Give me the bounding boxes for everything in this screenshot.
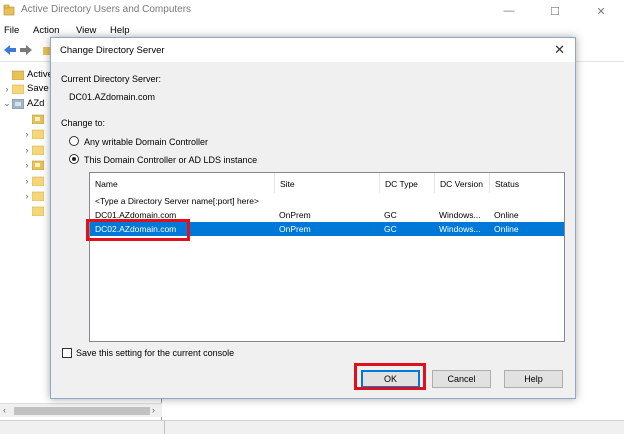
table-row-selected[interactable]: DC02.AZdomain.com OnPrem GC Windows... O…	[90, 222, 564, 236]
domain-icon	[12, 98, 24, 109]
tree-child-6[interactable]: ›	[20, 189, 44, 202]
tree-saved-label: Save	[27, 83, 49, 94]
tree-child-3[interactable]: ›	[20, 143, 44, 156]
any-writable-dc-radio[interactable]	[69, 136, 79, 146]
tree-child-7[interactable]	[20, 204, 44, 217]
menu-file[interactable]: File	[4, 25, 19, 36]
scroll-left-icon[interactable]: ‹	[3, 405, 6, 415]
menu-view[interactable]: View	[76, 25, 96, 36]
column-site[interactable]: Site	[275, 173, 380, 193]
tree-domain-label: AZd	[27, 98, 45, 109]
column-dc-version[interactable]: DC Version	[435, 173, 490, 193]
list-header: Name Site DC Type DC Version Status	[90, 173, 564, 193]
expand-icon[interactable]: ›	[22, 191, 32, 201]
row-version: Windows...	[439, 224, 481, 234]
placeholder-text[interactable]: <Type a Directory Server name[:port] her…	[95, 196, 259, 206]
folder-icon	[32, 145, 44, 155]
current-server-label: Current Directory Server:	[61, 74, 162, 84]
row-version: Windows...	[439, 210, 481, 220]
row-status: Online	[494, 210, 519, 220]
main-titlebar: Active Directory Users and Computers — ☐…	[0, 0, 624, 22]
expand-icon[interactable]: ›	[22, 176, 32, 186]
folder-icon	[32, 191, 44, 201]
minimize-button[interactable]: —	[486, 0, 532, 22]
window-title: Active Directory Users and Computers	[21, 4, 192, 15]
tree-child-4[interactable]: ›	[20, 158, 44, 171]
directory-server-list[interactable]: Name Site DC Type DC Version Status <Typ…	[89, 172, 565, 342]
save-setting-checkbox[interactable]	[62, 348, 72, 358]
change-to-label: Change to:	[61, 118, 106, 128]
any-writable-dc-label[interactable]: Any writable Domain Controller	[84, 137, 208, 147]
forward-arrow-icon[interactable]	[18, 42, 34, 58]
maximize-button[interactable]: ☐	[532, 0, 578, 22]
row-type: GC	[384, 224, 397, 234]
row-site: OnPrem	[279, 224, 311, 234]
expand-icon[interactable]: ›	[2, 84, 12, 94]
tree-child-1[interactable]	[20, 112, 44, 125]
expand-icon[interactable]: ›	[22, 160, 32, 170]
tree-saved-queries[interactable]: › Save	[0, 82, 49, 95]
folder-icon	[32, 176, 44, 186]
row-name: DC02.AZdomain.com	[95, 224, 177, 234]
tree-child-5[interactable]: ›	[20, 174, 44, 187]
this-dc-radio[interactable]	[69, 154, 79, 164]
expand-icon[interactable]: ›	[22, 145, 32, 155]
this-dc-label[interactable]: This Domain Controller or AD LDS instanc…	[84, 155, 257, 165]
save-setting-label[interactable]: Save this setting for the current consol…	[76, 348, 234, 358]
row-site: OnPrem	[279, 210, 311, 220]
ad-app-icon	[3, 4, 15, 16]
ou-folder-icon	[32, 160, 44, 170]
expand-icon[interactable]: ›	[22, 129, 32, 139]
table-row[interactable]: DC01.AZdomain.com OnPrem GC Windows... O…	[90, 208, 564, 222]
ad-root-icon	[12, 70, 24, 80]
scrollbar-thumb[interactable]	[14, 407, 150, 415]
row-name: DC01.AZdomain.com	[95, 210, 177, 220]
current-server-value: DC01.AZdomain.com	[69, 92, 156, 102]
column-dc-type[interactable]: DC Type	[380, 173, 435, 193]
ou-folder-icon	[32, 114, 44, 124]
folder-icon	[32, 129, 44, 139]
dialog-close-icon[interactable]: ✕	[554, 42, 565, 58]
row-status: Online	[494, 224, 519, 234]
folder-icon	[32, 206, 44, 216]
status-bar	[0, 420, 624, 434]
close-window-button[interactable]: ✕	[578, 0, 624, 22]
change-directory-server-dialog: Change Directory Server ✕ Current Direct…	[50, 37, 576, 399]
cancel-button[interactable]: Cancel	[432, 370, 491, 388]
help-button[interactable]: Help	[504, 370, 563, 388]
tree-child-2[interactable]: ›	[20, 127, 44, 140]
row-type: GC	[384, 210, 397, 220]
dialog-title: Change Directory Server	[60, 45, 165, 56]
dialog-titlebar: Change Directory Server ✕	[51, 38, 575, 62]
column-name[interactable]: Name	[90, 173, 275, 193]
folder-icon	[12, 84, 24, 94]
column-status[interactable]: Status	[490, 173, 566, 193]
placeholder-row[interactable]: <Type a Directory Server name[:port] her…	[90, 194, 564, 208]
tree-domain[interactable]: ⌄ AZd	[0, 97, 44, 110]
scroll-right-icon[interactable]: ›	[152, 405, 155, 415]
menu-action[interactable]: Action	[33, 25, 59, 36]
back-arrow-icon[interactable]	[2, 42, 18, 58]
collapse-icon[interactable]: ⌄	[2, 98, 12, 109]
ok-button[interactable]: OK	[361, 370, 420, 388]
tree-horizontal-scrollbar[interactable]: ‹ ›	[0, 403, 162, 417]
menu-help[interactable]: Help	[110, 25, 130, 36]
